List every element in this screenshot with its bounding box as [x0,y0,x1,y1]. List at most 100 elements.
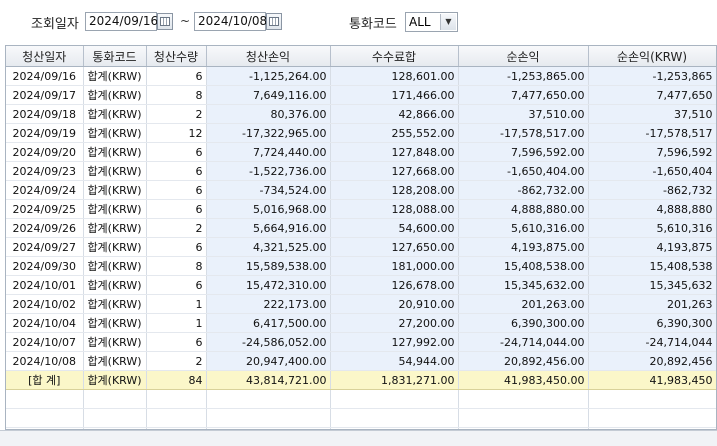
cell-close-date: 2024/09/20 [6,142,84,162]
cell-close-date: 2024/09/16 [6,66,84,86]
table-row[interactable]: 2024/09/26 합계(KRW) 2 5,664,916.00 54,600.00 5… [6,218,716,238]
cell-close-date: 2024/10/01 [6,275,84,295]
cell-fee-sum: 127,668.00 [330,161,459,181]
cell-net-pnl-krw: 201,263 [588,294,716,314]
cell-net-pnl: -862,732.00 [458,180,589,200]
cell-close-pnl: 7,649,116.00 [206,85,331,105]
table-row[interactable]: 2024/10/04 합계(KRW) 1 6,417,500.00 27,200.00 6… [6,313,716,333]
cell-fee-sum: 181,000.00 [330,256,459,276]
cell-quantity: 2 [146,104,207,124]
cell-net-pnl: 201,263.00 [458,294,589,314]
cell-quantity: 1 [146,313,207,333]
currency-select[interactable]: ALL ▼ [405,12,458,32]
chevron-down-icon[interactable]: ▼ [440,14,456,30]
cell-net-pnl-krw: 20,892,456 [588,351,716,371]
cell-close-pnl: 222,173.00 [206,294,331,314]
cell-quantity: 2 [146,218,207,238]
empty-cell [330,389,459,409]
cell-net-pnl-krw: 7,477,650 [588,85,716,105]
empty-row [6,408,716,428]
table-row[interactable]: 2024/09/24 합계(KRW) 6 -734,524.00 128,208.00-… [6,180,716,200]
cell-currency-code: 합계(KRW) [83,332,147,352]
cell-net-pnl-krw: -1,253,865 [588,66,716,86]
empty-row [6,389,716,409]
cell-close-date: 2024/09/17 [6,85,84,105]
header-quantity[interactable]: 청산수량 [146,46,207,67]
cell-currency-code: 합계(KRW) [83,123,147,143]
total-cell-fee-sum: 1,831,271.00 [330,370,459,390]
cell-close-date: 2024/09/19 [6,123,84,143]
cell-net-pnl: 15,345,632.00 [458,275,589,295]
cell-close-pnl: -17,322,965.00 [206,123,331,143]
table-row[interactable]: 2024/10/07 합계(KRW) 6 -24,586,052.00 127,992.… [6,332,716,352]
calendar-icon[interactable] [266,13,282,30]
cell-net-pnl-krw: 15,408,538 [588,256,716,276]
table-row[interactable]: 2024/09/20 합계(KRW) 6 7,724,440.00 127,848.00… [6,142,716,162]
table-row[interactable]: 2024/09/23 합계(KRW) 6 -1,522,736.00 127,668.0… [6,161,716,181]
cell-close-pnl: -24,586,052.00 [206,332,331,352]
cell-net-pnl-krw: 4,193,875 [588,237,716,257]
cell-close-date: 2024/09/26 [6,218,84,238]
table-row[interactable]: 2024/09/16 합계(KRW) 6 -1,125,264.00 128,601.0… [6,66,716,86]
table-row[interactable]: 2024/09/19 합계(KRW) 12 -17,322,965.00 255,552… [6,123,716,143]
header-fee-sum[interactable]: 수수료합 [330,46,459,67]
cell-net-pnl-krw: 4,888,880 [588,199,716,219]
filter-bar: 조회일자 2024/09/16 ~ 2024/10/08 통화코드 ALL ▼ [0,0,717,44]
header-net-pnl[interactable]: 순손익 [458,46,589,67]
status-bar [0,430,717,446]
header-row: 청산일자 통화코드 청산수량 청산손익 수수료합 순손익 순손익(KRW) [6,46,716,67]
empty-cell [146,389,207,409]
cell-quantity: 2 [146,351,207,371]
settlement-grid: 청산일자 통화코드 청산수량 청산손익 수수료합 순손익 순손익(KRW) 20… [5,45,717,430]
empty-cell [458,389,589,409]
empty-cell [588,408,716,428]
header-net-pnl-krw[interactable]: 순손익(KRW) [588,46,716,67]
calendar-icon[interactable] [157,13,173,30]
cell-quantity: 6 [146,66,207,86]
cell-net-pnl-krw: 7,596,592 [588,142,716,162]
cell-quantity: 8 [146,85,207,105]
cell-quantity: 6 [146,275,207,295]
cell-close-pnl: 5,016,968.00 [206,199,331,219]
cell-close-pnl: -1,125,264.00 [206,66,331,86]
date-to-input[interactable]: 2024/10/08 [194,12,267,31]
currency-select-value: ALL [409,15,431,29]
cell-close-date: 2024/09/24 [6,180,84,200]
total-cell-currency-code: 합계(KRW) [83,370,147,390]
cell-quantity: 1 [146,294,207,314]
cell-currency-code: 합계(KRW) [83,180,147,200]
cell-quantity: 6 [146,199,207,219]
cell-net-pnl: -1,253,865.00 [458,66,589,86]
empty-cell [6,408,84,428]
cell-net-pnl: 37,510.00 [458,104,589,124]
cell-close-pnl: 80,376.00 [206,104,331,124]
table-row[interactable]: 2024/10/08 합계(KRW) 2 20,947,400.00 54,944.00… [6,351,716,371]
cell-close-pnl: 6,417,500.00 [206,313,331,333]
cell-fee-sum: 128,208.00 [330,180,459,200]
cell-quantity: 6 [146,180,207,200]
settlement-table: 청산일자 통화코드 청산수량 청산손익 수수료합 순손익 순손익(KRW) 20… [6,46,716,429]
header-close-date[interactable]: 청산일자 [6,46,84,67]
header-currency-code[interactable]: 통화코드 [83,46,147,67]
total-row[interactable]: [합 계] 합계(KRW) 84 43,814,721.00 1,831,271.00 4… [6,370,716,390]
header-close-pnl[interactable]: 청산손익 [206,46,331,67]
cell-fee-sum: 255,552.00 [330,123,459,143]
table-row[interactable]: 2024/10/01 합계(KRW) 6 15,472,310.00 126,678.0… [6,275,716,295]
table-row[interactable]: 2024/10/02 합계(KRW) 1 222,173.00 20,910.00 201… [6,294,716,314]
cell-fee-sum: 27,200.00 [330,313,459,333]
table-row[interactable]: 2024/09/25 합계(KRW) 6 5,016,968.00 128,088.00… [6,199,716,219]
cell-currency-code: 합계(KRW) [83,351,147,371]
date-from-input[interactable]: 2024/09/16 [85,12,158,31]
table-row[interactable]: 2024/09/30 합계(KRW) 8 15,589,538.00 181,000.0… [6,256,716,276]
cell-fee-sum: 127,650.00 [330,237,459,257]
cell-currency-code: 합계(KRW) [83,313,147,333]
cell-close-date: 2024/09/23 [6,161,84,181]
cell-close-pnl: 20,947,400.00 [206,351,331,371]
table-row[interactable]: 2024/09/27 합계(KRW) 6 4,321,525.00 127,650.00… [6,237,716,257]
table-row[interactable]: 2024/09/17 합계(KRW) 8 7,649,116.00 171,466.00… [6,85,716,105]
table-row[interactable]: 2024/09/18 합계(KRW) 2 80,376.00 42,866.00 37,5… [6,104,716,124]
cell-close-pnl: 7,724,440.00 [206,142,331,162]
cell-close-pnl: 4,321,525.00 [206,237,331,257]
cell-currency-code: 합계(KRW) [83,237,147,257]
cell-currency-code: 합계(KRW) [83,294,147,314]
